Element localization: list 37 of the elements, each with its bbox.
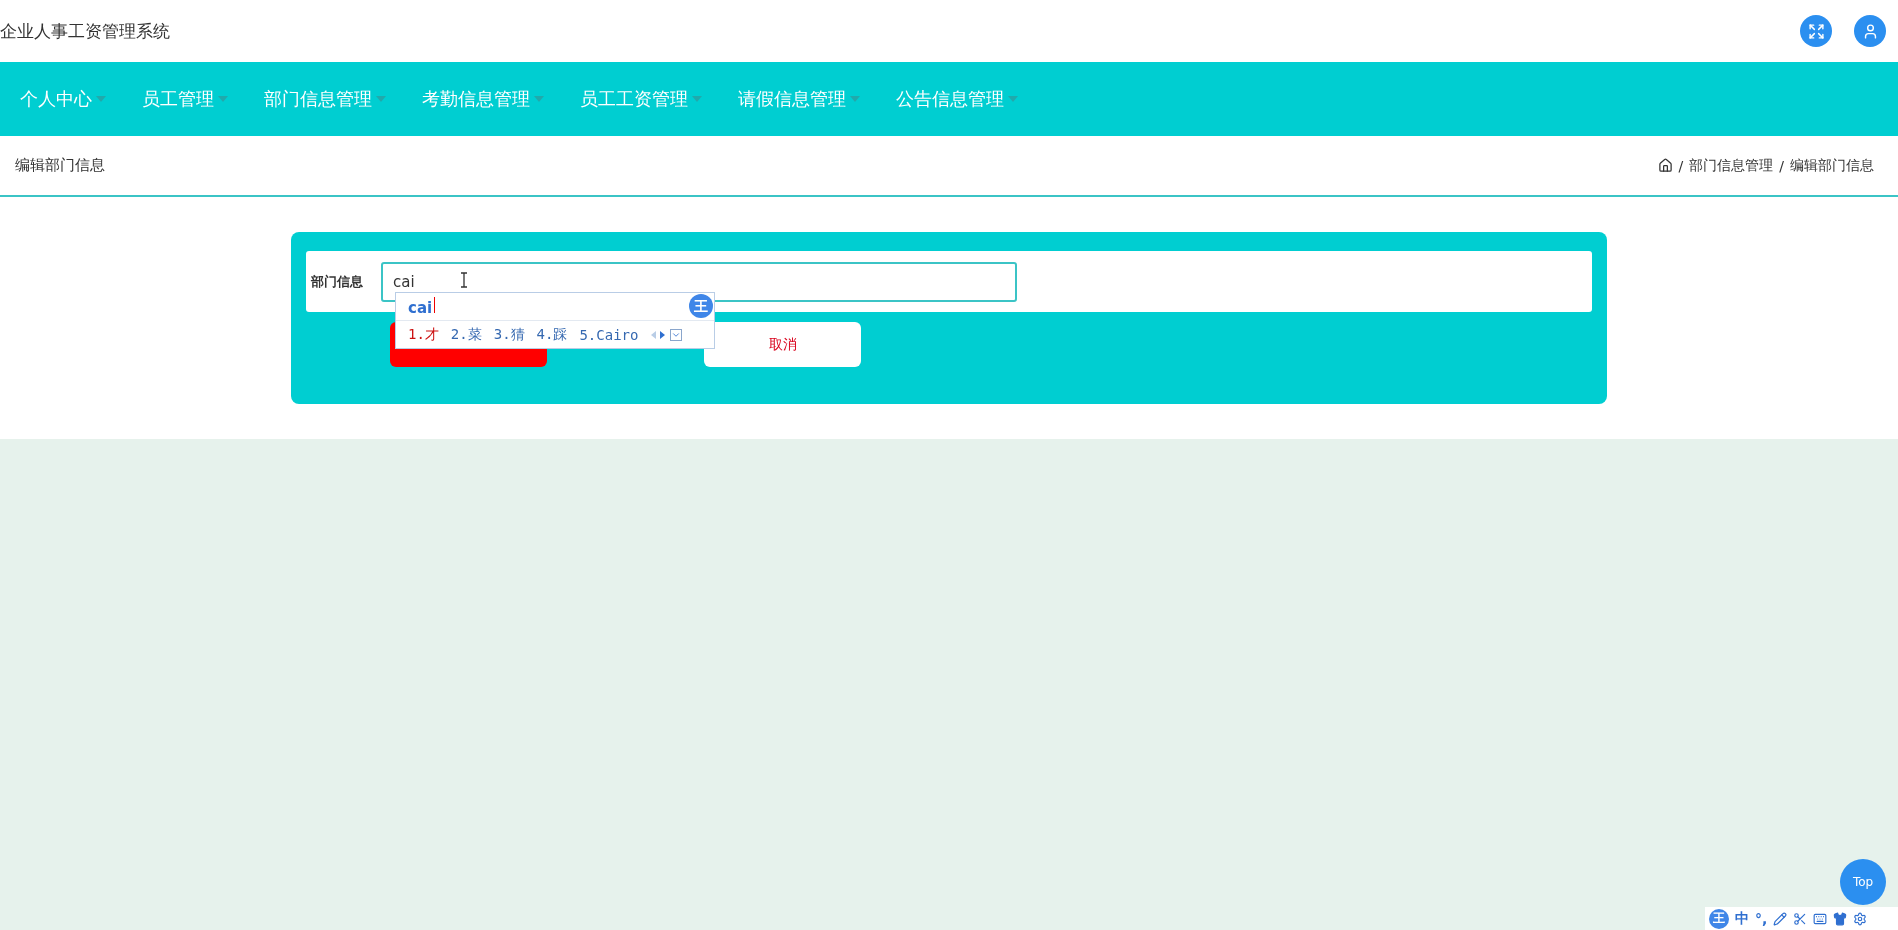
fullscreen-button[interactable] <box>1800 15 1832 47</box>
expand-icon[interactable] <box>670 329 683 341</box>
breadcrumb-separator: / <box>1678 157 1684 174</box>
caret-icon <box>534 96 544 102</box>
ime-logo[interactable]: 王 <box>1709 908 1729 929</box>
caret-icon <box>218 96 228 102</box>
keyboard-icon[interactable] <box>1813 911 1828 926</box>
input-mode-toggle[interactable]: 中 <box>1735 909 1749 928</box>
shirt-icon[interactable] <box>1833 911 1848 926</box>
app-title: 企业人事工资管理系统 <box>0 19 170 43</box>
page-arrows-icon[interactable] <box>650 330 667 340</box>
ime-candidate[interactable]: 4.踩 <box>536 326 568 344</box>
caret-icon <box>96 96 106 102</box>
text-cursor-icon <box>460 272 468 288</box>
cancel-button[interactable]: 取消 <box>704 322 861 367</box>
ime-candidate[interactable]: 5.Cairo <box>579 327 639 343</box>
ime-logo: 王 <box>689 294 713 318</box>
user-button[interactable] <box>1854 15 1886 47</box>
ime-candidate[interactable]: 2.菜 <box>450 326 482 344</box>
home-icon[interactable] <box>1657 158 1673 173</box>
breadcrumb-item: 编辑部门信息 <box>1790 156 1874 175</box>
page-title: 编辑部门信息 <box>15 156 105 175</box>
breadcrumb-item[interactable]: 部门信息管理 <box>1689 156 1774 175</box>
caret-icon <box>850 96 860 102</box>
field-label: 部门信息 <box>311 272 364 291</box>
caret-icon <box>1008 96 1018 102</box>
back-to-top-button[interactable]: Top <box>1840 859 1886 905</box>
pencil-icon[interactable] <box>1773 911 1788 926</box>
ime-candidate[interactable]: 3.猜 <box>493 326 525 344</box>
breadcrumb-separator: / <box>1779 157 1784 174</box>
caret-icon <box>376 96 386 102</box>
ime-candidate[interactable]: 1.才 <box>408 326 439 344</box>
settings-icon[interactable] <box>1853 911 1868 926</box>
caret-icon <box>692 96 702 102</box>
punctuation-toggle[interactable]: °, <box>1755 910 1768 927</box>
scissors-icon[interactable] <box>1793 911 1808 926</box>
expand-icon <box>1807 22 1825 40</box>
